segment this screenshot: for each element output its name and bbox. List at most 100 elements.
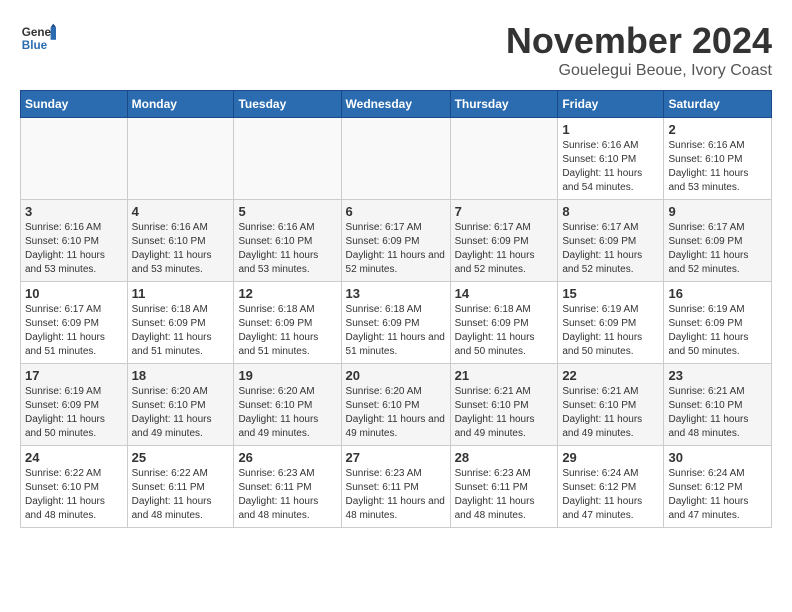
- day-info: Sunrise: 6:19 AM Sunset: 6:09 PM Dayligh…: [562, 303, 659, 359]
- day-number: 19: [238, 368, 336, 383]
- day-info: Sunrise: 6:16 AM Sunset: 6:10 PM Dayligh…: [238, 221, 336, 277]
- calendar-cell: 21 Sunrise: 6:21 AM Sunset: 6:10 PM Dayli…: [450, 364, 558, 446]
- day-number: 27: [346, 450, 446, 465]
- calendar-week-row: 10 Sunrise: 6:17 AM Sunset: 6:09 PM Dayli…: [21, 282, 772, 364]
- day-number: 3: [25, 204, 123, 219]
- header-thursday: Thursday: [450, 91, 558, 118]
- day-info: Sunrise: 6:22 AM Sunset: 6:10 PM Dayligh…: [25, 467, 123, 523]
- day-number: 5: [238, 204, 336, 219]
- calendar-cell: 2 Sunrise: 6:16 AM Sunset: 6:10 PM Daylig…: [664, 118, 772, 200]
- day-number: 16: [668, 286, 767, 301]
- calendar-cell: 24 Sunrise: 6:22 AM Sunset: 6:10 PM Dayli…: [21, 446, 128, 528]
- calendar-cell: [450, 118, 558, 200]
- day-number: 9: [668, 204, 767, 219]
- day-number: 21: [455, 368, 554, 383]
- day-info: Sunrise: 6:18 AM Sunset: 6:09 PM Dayligh…: [132, 303, 230, 359]
- calendar-cell: 4 Sunrise: 6:16 AM Sunset: 6:10 PM Daylig…: [127, 200, 234, 282]
- day-info: Sunrise: 6:17 AM Sunset: 6:09 PM Dayligh…: [346, 221, 446, 277]
- calendar-cell: 10 Sunrise: 6:17 AM Sunset: 6:09 PM Dayli…: [21, 282, 128, 364]
- day-number: 24: [25, 450, 123, 465]
- day-info: Sunrise: 6:20 AM Sunset: 6:10 PM Dayligh…: [346, 385, 446, 441]
- calendar-table: SundayMondayTuesdayWednesdayThursdayFrid…: [20, 90, 772, 528]
- day-number: 4: [132, 204, 230, 219]
- calendar-cell: 16 Sunrise: 6:19 AM Sunset: 6:09 PM Dayli…: [664, 282, 772, 364]
- calendar-cell: [341, 118, 450, 200]
- title-area: November 2024 Gouelegui Beoue, Ivory Coa…: [506, 20, 772, 80]
- calendar-cell: 1 Sunrise: 6:16 AM Sunset: 6:10 PM Daylig…: [558, 118, 664, 200]
- day-info: Sunrise: 6:23 AM Sunset: 6:11 PM Dayligh…: [455, 467, 554, 523]
- day-number: 17: [25, 368, 123, 383]
- calendar-cell: 27 Sunrise: 6:23 AM Sunset: 6:11 PM Dayli…: [341, 446, 450, 528]
- day-info: Sunrise: 6:17 AM Sunset: 6:09 PM Dayligh…: [25, 303, 123, 359]
- day-info: Sunrise: 6:20 AM Sunset: 6:10 PM Dayligh…: [238, 385, 336, 441]
- header-monday: Monday: [127, 91, 234, 118]
- day-number: 28: [455, 450, 554, 465]
- calendar-cell: 26Sunrise: 6:23 AM Sunset: 6:11 PM Dayli…: [234, 446, 341, 528]
- day-info: Sunrise: 6:18 AM Sunset: 6:09 PM Dayligh…: [455, 303, 554, 359]
- day-info: Sunrise: 6:18 AM Sunset: 6:09 PM Dayligh…: [238, 303, 336, 359]
- day-number: 22: [562, 368, 659, 383]
- day-number: 10: [25, 286, 123, 301]
- day-info: Sunrise: 6:19 AM Sunset: 6:09 PM Dayligh…: [668, 303, 767, 359]
- calendar-cell: 15 Sunrise: 6:19 AM Sunset: 6:09 PM Dayli…: [558, 282, 664, 364]
- calendar-cell: 30Sunrise: 6:24 AM Sunset: 6:12 PM Dayli…: [664, 446, 772, 528]
- day-info: Sunrise: 6:16 AM Sunset: 6:10 PM Dayligh…: [562, 139, 659, 195]
- calendar-cell: [234, 118, 341, 200]
- header-wednesday: Wednesday: [341, 91, 450, 118]
- calendar-week-row: 3 Sunrise: 6:16 AM Sunset: 6:10 PM Daylig…: [21, 200, 772, 282]
- location-subtitle: Gouelegui Beoue, Ivory Coast: [506, 62, 772, 80]
- calendar-cell: 18 Sunrise: 6:20 AM Sunset: 6:10 PM Dayli…: [127, 364, 234, 446]
- day-info: Sunrise: 6:21 AM Sunset: 6:10 PM Dayligh…: [562, 385, 659, 441]
- day-number: 12: [238, 286, 336, 301]
- day-number: 11: [132, 286, 230, 301]
- day-info: Sunrise: 6:16 AM Sunset: 6:10 PM Dayligh…: [25, 221, 123, 277]
- day-number: 29: [562, 450, 659, 465]
- calendar-cell: 11 Sunrise: 6:18 AM Sunset: 6:09 PM Dayli…: [127, 282, 234, 364]
- day-info: Sunrise: 6:19 AM Sunset: 6:09 PM Dayligh…: [25, 385, 123, 441]
- day-number: 7: [455, 204, 554, 219]
- calendar-week-row: 17 Sunrise: 6:19 AM Sunset: 6:09 PM Dayli…: [21, 364, 772, 446]
- calendar-cell: 22 Sunrise: 6:21 AM Sunset: 6:10 PM Dayli…: [558, 364, 664, 446]
- header-tuesday: Tuesday: [234, 91, 341, 118]
- calendar-cell: 19 Sunrise: 6:20 AM Sunset: 6:10 PM Dayli…: [234, 364, 341, 446]
- day-info: Sunrise: 6:21 AM Sunset: 6:10 PM Dayligh…: [668, 385, 767, 441]
- calendar-cell: 5 Sunrise: 6:16 AM Sunset: 6:10 PM Daylig…: [234, 200, 341, 282]
- day-number: 1: [562, 122, 659, 137]
- day-number: 15: [562, 286, 659, 301]
- day-info: Sunrise: 6:24 AM Sunset: 6:12 PM Dayligh…: [562, 467, 659, 523]
- calendar-header-row: SundayMondayTuesdayWednesdayThursdayFrid…: [21, 91, 772, 118]
- logo: General Blue: [20, 20, 56, 56]
- calendar-week-row: 24 Sunrise: 6:22 AM Sunset: 6:10 PM Dayli…: [21, 446, 772, 528]
- logo-icon: General Blue: [20, 20, 56, 56]
- day-number: 23: [668, 368, 767, 383]
- page-header: General Blue November 2024 Gouelegui Beo…: [20, 20, 772, 80]
- day-number: 18: [132, 368, 230, 383]
- day-info: Sunrise: 6:17 AM Sunset: 6:09 PM Dayligh…: [562, 221, 659, 277]
- header-saturday: Saturday: [664, 91, 772, 118]
- calendar-cell: 28 Sunrise: 6:23 AM Sunset: 6:11 PM Dayli…: [450, 446, 558, 528]
- calendar-cell: 12 Sunrise: 6:18 AM Sunset: 6:09 PM Dayli…: [234, 282, 341, 364]
- day-info: Sunrise: 6:18 AM Sunset: 6:09 PM Dayligh…: [346, 303, 446, 359]
- day-number: 8: [562, 204, 659, 219]
- day-number: 6: [346, 204, 446, 219]
- calendar-cell: 17 Sunrise: 6:19 AM Sunset: 6:09 PM Dayli…: [21, 364, 128, 446]
- day-number: 14: [455, 286, 554, 301]
- calendar-cell: [21, 118, 128, 200]
- day-info: Sunrise: 6:16 AM Sunset: 6:10 PM Dayligh…: [668, 139, 767, 195]
- day-info: Sunrise: 6:20 AM Sunset: 6:10 PM Dayligh…: [132, 385, 230, 441]
- day-info: Sunrise: 6:22 AM Sunset: 6:11 PM Dayligh…: [132, 467, 230, 523]
- day-number: 2: [668, 122, 767, 137]
- calendar-cell: 7Sunrise: 6:17 AM Sunset: 6:09 PM Daylig…: [450, 200, 558, 282]
- day-number: 20: [346, 368, 446, 383]
- day-info: Sunrise: 6:23 AM Sunset: 6:11 PM Dayligh…: [346, 467, 446, 523]
- calendar-cell: 25 Sunrise: 6:22 AM Sunset: 6:11 PM Dayli…: [127, 446, 234, 528]
- day-info: Sunrise: 6:16 AM Sunset: 6:10 PM Dayligh…: [132, 221, 230, 277]
- day-info: Sunrise: 6:21 AM Sunset: 6:10 PM Dayligh…: [455, 385, 554, 441]
- day-number: 25: [132, 450, 230, 465]
- day-info: Sunrise: 6:24 AM Sunset: 6:12 PM Dayligh…: [668, 467, 767, 523]
- calendar-cell: 29 Sunrise: 6:24 AM Sunset: 6:12 PM Dayli…: [558, 446, 664, 528]
- day-number: 26: [238, 450, 336, 465]
- day-number: 13: [346, 286, 446, 301]
- day-info: Sunrise: 6:17 AM Sunset: 6:09 PM Dayligh…: [668, 221, 767, 277]
- calendar-cell: 6 Sunrise: 6:17 AM Sunset: 6:09 PM Daylig…: [341, 200, 450, 282]
